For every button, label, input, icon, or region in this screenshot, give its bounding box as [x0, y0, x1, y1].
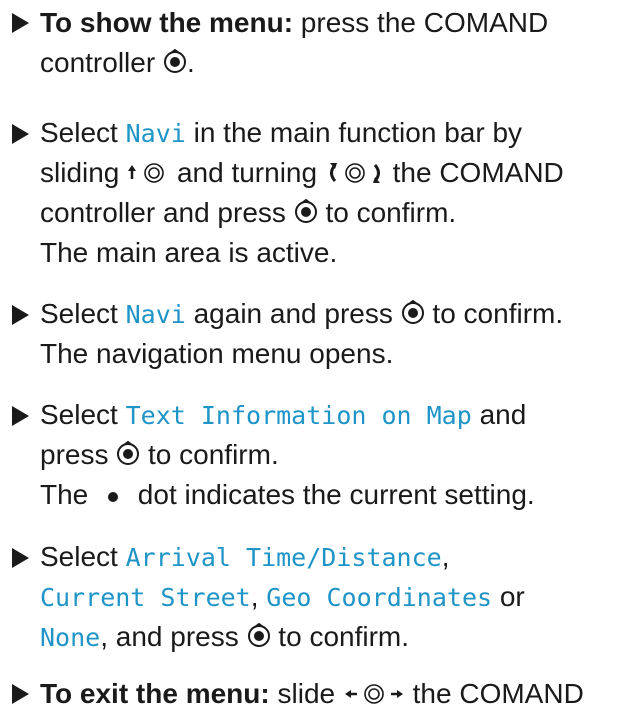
step-line: To exit the menu: slide the COMAND: [40, 678, 584, 709]
controller-press-icon: [163, 49, 187, 75]
step-heading: To show the menu:: [40, 7, 294, 38]
step-line: Select Navi again and press to confirm.: [40, 298, 564, 329]
menu-item-geo-coordinates: Geo Coordinates: [266, 583, 493, 612]
active-setting-dot-icon: [96, 485, 130, 507]
menu-item-arrival-time-distance: Arrival Time/Distance: [125, 543, 442, 572]
menu-item-text-information-on-map: Text Information on Map: [125, 401, 472, 430]
menu-item-current-street: Current Street: [40, 583, 251, 612]
controller-slide-up-icon: [127, 161, 169, 185]
triangle-bullet-icon: [12, 548, 29, 568]
triangle-bullet-icon: [12, 124, 29, 144]
step-line: To show the menu: press the COMAND: [40, 7, 549, 38]
controller-press-icon: [401, 300, 425, 326]
menu-item-none: None: [40, 623, 101, 652]
step-result: The dot indicates the current setting.: [40, 479, 535, 510]
triangle-bullet-icon: [12, 406, 29, 426]
step-line: Select Navi in the main function bar by: [40, 117, 523, 148]
controller-turn-icon: [325, 161, 385, 185]
instruction-page: To show the menu: press the COMAND contr…: [0, 0, 629, 725]
step-line: None, and press to confirm.: [40, 621, 410, 652]
step-line: controller and press to confirm.: [40, 197, 457, 228]
step-line: sliding and turning the COMAND: [40, 157, 564, 188]
step-line: Select Text Information on Map and: [40, 399, 527, 430]
step-heading: To exit the menu:: [40, 678, 270, 709]
triangle-bullet-icon: [12, 305, 29, 325]
step-result: The main area is active.: [40, 237, 338, 268]
controller-press-icon: [247, 623, 271, 649]
step-line: press to confirm.: [40, 439, 279, 470]
menu-item-navi: Navi: [125, 119, 186, 148]
triangle-bullet-icon: [12, 13, 29, 33]
step-line: Current Street, Geo Coordinates or: [40, 581, 525, 612]
controller-press-icon: [294, 199, 318, 225]
controller-press-icon: [116, 441, 140, 467]
triangle-bullet-icon: [12, 684, 29, 704]
step-line: controller .: [40, 47, 195, 78]
step-line: Select Arrival Time/Distance,: [40, 541, 450, 572]
controller-slide-left-right-icon: [343, 682, 405, 706]
step-result: The navigation menu opens.: [40, 338, 394, 369]
menu-item-navi: Navi: [125, 300, 186, 329]
